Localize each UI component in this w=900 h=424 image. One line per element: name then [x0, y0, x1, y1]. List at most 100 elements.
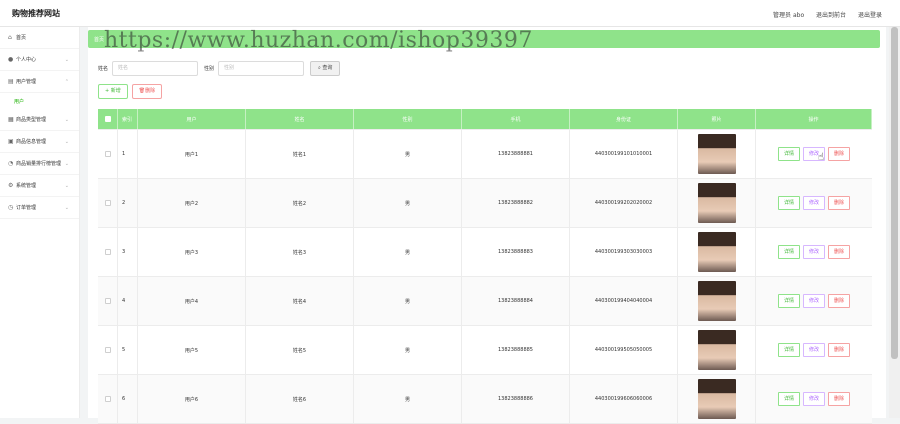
row-name: 姓名5	[246, 326, 354, 374]
sidebar-item-goods[interactable]: ▣ 商品信息管理 ⌄	[0, 131, 79, 153]
edit-button[interactable]: 修改	[802, 294, 825, 308]
search-form: 姓名 姓名 性别 性别 ⌕ 查询	[98, 60, 341, 76]
row-actions: 详情 修改 删除	[756, 326, 872, 374]
row-idcard: 440300199101010001	[570, 130, 678, 178]
grid-icon: ▣	[8, 138, 14, 145]
row-user: 用户4	[138, 277, 246, 325]
sidebar-item-label: 用户管理	[16, 79, 37, 85]
table-row: 3 用户3 姓名3 男 13823888883 4403001993030300…	[98, 228, 872, 277]
watermark-text: https://www.huzhan.com/ishop39397	[104, 28, 533, 53]
row-name: 姓名2	[246, 179, 354, 227]
top-bar: 购物推荐网站 管理员 abo 退出到前台 退出登录	[0, 0, 900, 27]
delete-button[interactable]: 删除	[828, 245, 851, 259]
row-sex: 男	[354, 228, 462, 276]
row-check-cell	[98, 179, 118, 227]
row-idcard: 440300199606060006	[570, 375, 678, 423]
sidebar-item-label: 商品信息管理	[16, 139, 47, 145]
row-checkbox[interactable]	[104, 347, 111, 353]
row-user: 用户1	[138, 130, 246, 178]
select-all-checkbox[interactable]	[104, 116, 111, 122]
header-photo: 照片	[678, 109, 756, 129]
table-header: 索引 用户 姓名 性别 手机 身份证 照片 操作	[98, 109, 872, 130]
table-row: 5 用户5 姓名5 男 13823888885 4403001995050500…	[98, 326, 872, 375]
row-check-cell	[98, 375, 118, 423]
row-photo-cell	[678, 375, 756, 423]
select-all-cell[interactable]	[98, 109, 118, 129]
row-checkbox[interactable]	[104, 151, 111, 157]
header-user: 用户	[138, 109, 246, 129]
delete-button[interactable]: 删除	[828, 343, 851, 357]
add-button[interactable]: + 新增	[98, 84, 128, 99]
sidebar-item-label: 首页	[16, 35, 27, 41]
view-button[interactable]: 详情	[777, 392, 800, 406]
row-checkbox[interactable]	[104, 249, 111, 255]
user-photo	[697, 232, 736, 272]
header-idcard: 身份证	[570, 109, 678, 129]
sidebar-item-category[interactable]: ▦ 商品类型管理 ⌄	[0, 109, 79, 131]
row-index: 6	[118, 375, 138, 423]
table-row: 6 用户6 姓名6 男 13823888886 4403001996060600…	[98, 375, 872, 424]
view-button[interactable]: 详情	[777, 294, 800, 308]
row-name: 姓名3	[246, 228, 354, 276]
search-button[interactable]: ⌕ 查询	[310, 60, 341, 76]
name-label: 姓名	[98, 65, 109, 72]
back-to-front-link[interactable]: 退出到前台	[816, 12, 846, 19]
row-phone: 13823888885	[462, 326, 570, 374]
edit-button[interactable]: 修改	[802, 392, 825, 406]
batch-delete-button[interactable]: 🗑删除	[131, 84, 163, 99]
scrollbar-thumb[interactable]	[891, 27, 898, 359]
row-index: 5	[118, 326, 138, 374]
row-sex: 男	[354, 130, 462, 178]
sidebar-subitem-user[interactable]: 用户	[0, 93, 79, 109]
row-name: 姓名4	[246, 277, 354, 325]
row-name: 姓名1	[246, 130, 354, 178]
folder-icon: ▤	[8, 78, 14, 85]
row-phone: 13823888883	[462, 228, 570, 276]
sex-input[interactable]: 性别	[218, 60, 305, 76]
vertical-scrollbar[interactable]	[889, 27, 900, 418]
view-button[interactable]: 详情	[777, 147, 800, 161]
logout-link[interactable]: 退出登录	[858, 12, 882, 19]
edit-button[interactable]: 修改	[802, 245, 825, 259]
row-actions: 详情 修改 删除	[756, 179, 872, 227]
sidebar-item-label: 系统管理	[16, 183, 37, 189]
sex-label: 性别	[204, 65, 215, 72]
delete-button[interactable]: 删除	[828, 196, 851, 210]
sidebar-item-home[interactable]: ⌂ 首页	[0, 27, 79, 49]
row-checkbox[interactable]	[104, 396, 111, 402]
edit-button[interactable]: 修改	[802, 196, 825, 210]
view-button[interactable]: 详情	[777, 343, 800, 357]
name-input[interactable]: 姓名	[112, 60, 199, 76]
view-button[interactable]: 详情	[777, 245, 800, 259]
row-checkbox[interactable]	[104, 298, 111, 304]
row-sex: 男	[354, 326, 462, 374]
row-check-cell	[98, 228, 118, 276]
row-check-cell	[98, 277, 118, 325]
row-index: 2	[118, 179, 138, 227]
row-user: 用户2	[138, 179, 246, 227]
view-button[interactable]: 详情	[777, 196, 800, 210]
delete-button[interactable]: 删除	[828, 147, 851, 161]
edit-button[interactable]: 修改	[802, 343, 825, 357]
delete-button[interactable]: 删除	[828, 294, 851, 308]
header-index: 索引	[118, 109, 138, 129]
row-phone: 13823888884	[462, 277, 570, 325]
row-photo-cell	[678, 326, 756, 374]
sidebar-item-orders[interactable]: ◷ 订单管理 ⌄	[0, 197, 79, 219]
mouse-cursor-icon: ☝	[818, 152, 825, 163]
clock-icon: ◷	[8, 204, 14, 211]
table-row: 1 用户1 姓名1 男 13823888881 4403001991010100…	[98, 130, 872, 179]
sidebar-item-system[interactable]: ⚙ 系统管理 ⌄	[0, 175, 79, 197]
user-photo	[697, 379, 736, 419]
header-name: 姓名	[246, 109, 354, 129]
row-index: 1	[118, 130, 138, 178]
sidebar-item-ranking[interactable]: ◔ 商品销量排行榜管理 ⌄	[0, 153, 79, 175]
row-sex: 男	[354, 277, 462, 325]
chevron-down-icon: ⌄	[64, 138, 69, 145]
sidebar-item-users[interactable]: ▤ 用户管理 ⌃	[0, 71, 79, 93]
delete-button[interactable]: 删除	[828, 392, 851, 406]
breadcrumb-home[interactable]: 首页	[94, 36, 104, 43]
sidebar-item-profile[interactable]: ● 个人中心 ⌄	[0, 49, 79, 71]
row-idcard: 440300199404040004	[570, 277, 678, 325]
row-checkbox[interactable]	[104, 200, 111, 206]
